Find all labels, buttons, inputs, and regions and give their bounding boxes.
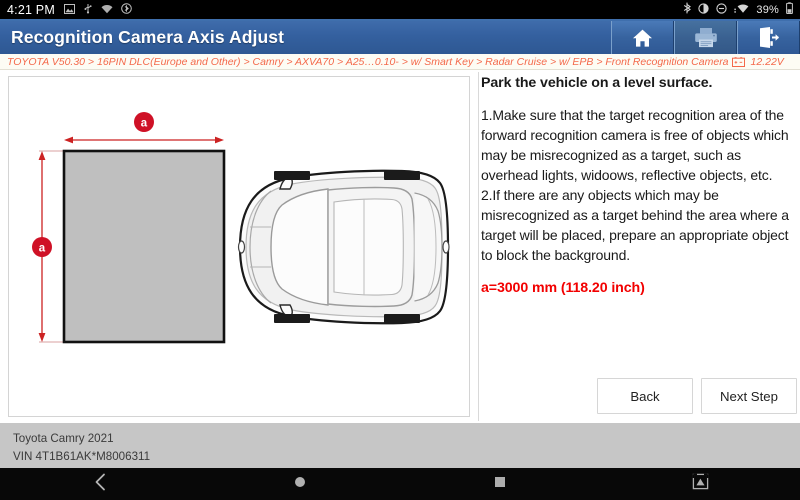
wifi-icon <box>101 1 113 19</box>
instruction-panel: Park the vehicle on a level surface. 1.M… <box>481 74 797 374</box>
panel-divider <box>478 72 479 421</box>
vehicle-vin: VIN 4T1B61AK*M8006311 <box>13 449 151 463</box>
home-button[interactable] <box>611 21 674 54</box>
back-button[interactable]: Back <box>597 378 693 414</box>
page-title: Recognition Camera Axis Adjust <box>11 27 285 47</box>
battery-icon <box>786 1 793 19</box>
printer-icon <box>694 27 718 48</box>
recents-nav-icon <box>493 475 507 494</box>
nav-slot-home[interactable] <box>200 475 400 494</box>
home-icon <box>632 28 653 48</box>
back-nav-icon <box>94 473 107 496</box>
wifi-signal-icon <box>734 1 749 19</box>
bluetooth-icon <box>683 1 692 19</box>
android-status-bar: 4:21 PM 39% <box>0 0 800 19</box>
image-icon <box>63 1 75 19</box>
action-buttons: Back Next Step <box>481 378 797 414</box>
nav-slot-recents[interactable] <box>400 475 600 494</box>
android-nav-bar <box>0 468 800 500</box>
tablet-screen: 4:21 PM 39% Recognition Camera Axis Adju… <box>0 0 800 500</box>
diagram-panel: a a <box>8 76 470 417</box>
exit-button[interactable] <box>737 21 800 54</box>
vehicle-illustration <box>237 169 450 325</box>
print-button[interactable] <box>674 21 737 54</box>
vehicle-info-bar: Toyota Camry 2021 VIN 4T1B61AK*M8006311 <box>0 423 800 468</box>
car-battery-icon <box>731 56 745 67</box>
do-not-disturb-icon <box>716 1 728 19</box>
battery-percent: 39% <box>756 3 779 16</box>
instruction-heading: Park the vehicle on a level surface. <box>481 75 713 91</box>
target-placement-diagram: a a <box>32 112 450 344</box>
app-title-bar: Recognition Camera Axis Adjust <box>0 21 800 54</box>
width-dimension-label: a <box>141 118 148 130</box>
vehicle-model: Toyota Camry 2021 <box>13 432 114 445</box>
dimension-note: a=3000 mm (118.20 inch) <box>481 280 645 297</box>
screenshot-nav-icon <box>692 473 709 495</box>
bluetooth-audio-icon <box>121 1 132 19</box>
nav-slot-screenshot[interactable] <box>600 473 800 495</box>
breadcrumb: TOYOTA V50.30 > 16PIN DLC(Europe and Oth… <box>0 54 800 70</box>
battery-voltage: 12.22V <box>750 55 784 68</box>
usb-icon <box>83 1 93 19</box>
status-left-icons <box>63 1 132 19</box>
nav-slot-back[interactable] <box>0 473 200 496</box>
status-right-icons: 39% <box>683 1 793 19</box>
next-step-button[interactable]: Next Step <box>701 378 797 414</box>
target-board <box>62 149 226 344</box>
title-bar-buttons <box>611 21 800 54</box>
brightness-icon <box>698 1 710 19</box>
status-clock: 4:21 PM <box>7 2 55 17</box>
home-nav-icon <box>293 475 307 494</box>
instruction-body: 1.Make sure that the target recognition … <box>481 107 789 263</box>
main-content: a a Park the vehicle on a level surface.… <box>0 70 800 423</box>
height-dimension-label: a <box>39 243 46 255</box>
exit-icon <box>758 27 780 48</box>
breadcrumb-path: TOYOTA V50.30 > 16PIN DLC(Europe and Oth… <box>7 55 729 68</box>
